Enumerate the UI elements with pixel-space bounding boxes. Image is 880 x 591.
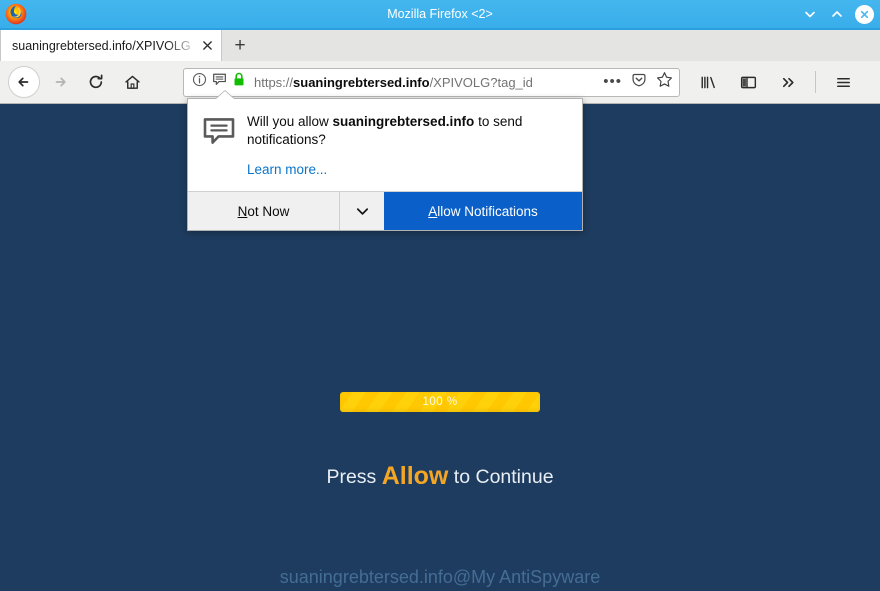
permission-dropdown-button[interactable] — [340, 192, 384, 231]
toolbar-separator — [815, 71, 816, 93]
maximize-button[interactable] — [828, 5, 846, 23]
page-actions-button[interactable]: ••• — [603, 74, 622, 89]
chevron-up-icon — [832, 11, 842, 17]
popup-question-host: suaningrebtersed.info — [332, 114, 475, 129]
reload-icon — [89, 74, 103, 89]
popup-body: Will you allow suaningrebtersed.info to … — [188, 99, 582, 191]
window-title: Mozilla Firefox <2> — [387, 7, 493, 21]
url-host: suaningrebtersed.info — [293, 74, 430, 90]
minimize-button[interactable] — [801, 5, 819, 23]
allow-notifications-button[interactable]: Allow Notifications — [384, 192, 582, 231]
url-text[interactable]: https://suaningrebtersed.info/XPIVOLG?ta… — [254, 75, 595, 90]
sidebar-icon[interactable] — [732, 66, 764, 98]
browser-tab[interactable]: suaningrebtersed.info/XPIVOLG — [0, 30, 222, 61]
chevron-down-icon — [805, 11, 815, 18]
watermark-text: suaningrebtersed.info@My AntiSpyware — [279, 567, 601, 587]
arrow-right-icon — [55, 77, 66, 87]
info-icon[interactable] — [192, 72, 207, 92]
press-allow-word: Allow — [381, 462, 449, 490]
window-controls — [801, 0, 874, 28]
forward-button — [44, 66, 76, 98]
hamburger-menu-icon[interactable] — [827, 66, 859, 98]
url-action-buttons: ••• — [595, 71, 673, 93]
popup-text-column: Will you allow suaningrebtersed.info to … — [247, 113, 568, 179]
firefox-logo-icon — [5, 3, 27, 25]
progress-label: 100 % — [422, 396, 458, 408]
close-icon — [860, 10, 869, 18]
learn-more-link[interactable]: Learn more... — [247, 162, 327, 177]
tab-strip: suaningrebtersed.info/XPIVOLG + — [0, 28, 880, 61]
address-bar[interactable]: https://suaningrebtersed.info/XPIVOLG?ta… — [183, 67, 680, 97]
not-now-accesskey: N — [237, 203, 248, 219]
bookmark-star-icon[interactable] — [656, 71, 673, 93]
pocket-icon[interactable] — [631, 72, 647, 93]
popup-question: Will you allow suaningrebtersed.info to … — [247, 113, 568, 149]
popup-anchor-arrow — [216, 91, 234, 99]
back-button[interactable] — [8, 66, 40, 98]
press-suffix: to Continue — [448, 466, 554, 488]
notification-bubble-icon — [202, 114, 236, 148]
arrow-left-icon — [18, 77, 29, 87]
url-scheme: https:// — [254, 74, 294, 90]
tab-close-icon[interactable] — [199, 38, 215, 54]
notification-permission-icon[interactable] — [212, 72, 227, 92]
popup-question-prefix: Will you allow — [247, 114, 333, 129]
home-button[interactable] — [116, 66, 148, 98]
reload-button[interactable] — [80, 66, 112, 98]
padlock-icon[interactable] — [232, 72, 246, 92]
popup-button-row: Not Now Allow Notifications — [188, 191, 582, 231]
close-window-button[interactable] — [855, 4, 874, 24]
press-allow-heading: Press Allow to Continue — [0, 462, 880, 491]
not-now-label: Not Now — [238, 204, 290, 219]
notification-permission-popup: Will you allow suaningrebtersed.info to … — [187, 91, 583, 232]
allow-rest: llow Notifications — [437, 203, 538, 219]
url-path: /XPIVOLG?tag_id — [429, 74, 533, 90]
overflow-chevrons-icon[interactable] — [772, 66, 804, 98]
toolbar-right-group — [690, 66, 869, 98]
tab-title: suaningrebtersed.info/XPIVOLG — [12, 38, 191, 53]
identity-box[interactable] — [192, 72, 246, 92]
progress-bar: 100 % — [340, 392, 540, 412]
press-prefix: Press — [326, 466, 382, 488]
not-now-button[interactable]: Not Now — [188, 192, 340, 231]
new-tab-button[interactable]: + — [222, 30, 258, 61]
not-now-rest: ot Now — [247, 203, 290, 219]
allow-label: Allow Notifications — [428, 204, 538, 219]
chevron-down-icon — [356, 208, 368, 215]
library-icon[interactable] — [692, 66, 724, 98]
allow-accesskey: A — [428, 203, 438, 219]
home-icon — [124, 75, 140, 89]
window-titlebar: Mozilla Firefox <2> — [0, 0, 880, 28]
